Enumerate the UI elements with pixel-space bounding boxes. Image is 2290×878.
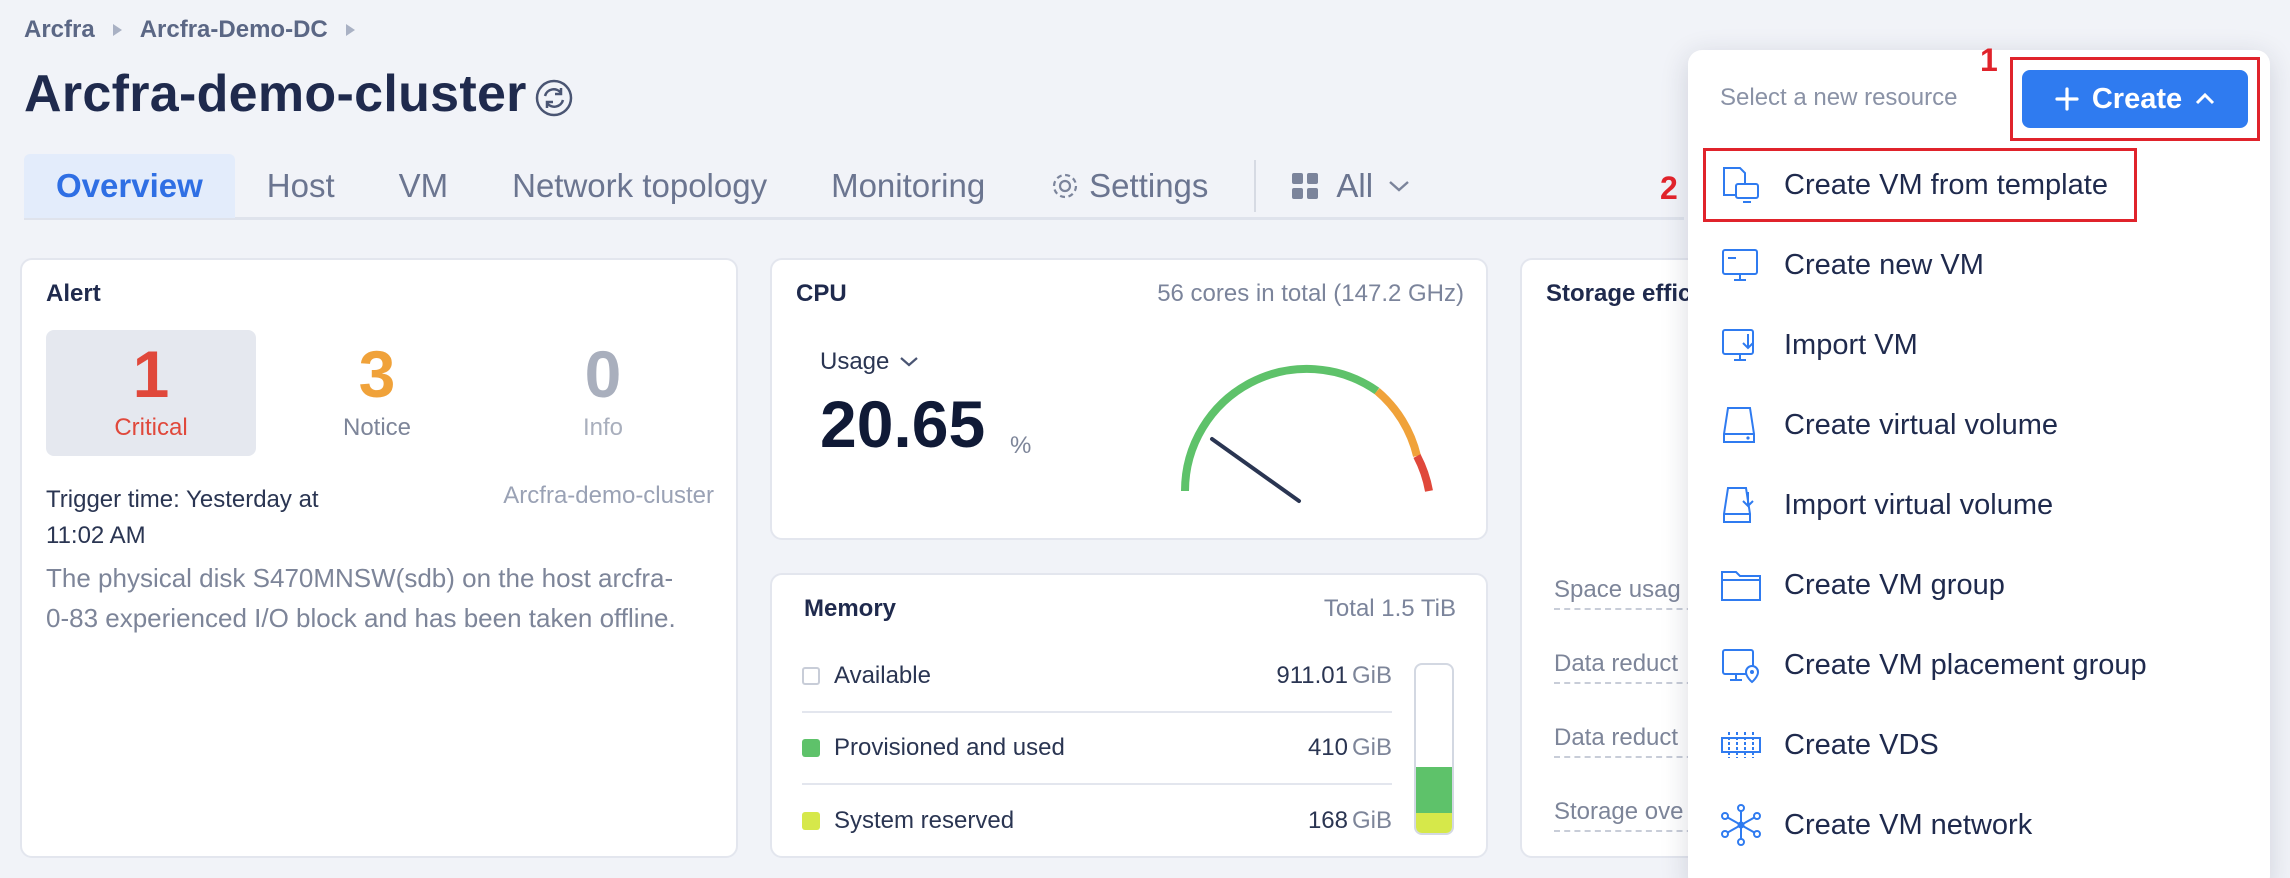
notice-label: Notice: [342, 414, 412, 441]
cpu-title: CPU: [796, 280, 847, 307]
import-volume-icon: [1723, 487, 1754, 523]
menu-item-create-vm-placement-group[interactable]: Create VM placement group: [1718, 635, 2147, 695]
menu-item-label: Create VM group: [1784, 568, 2005, 601]
refresh-icon[interactable]: [534, 78, 574, 118]
menu-item-create-vm-group[interactable]: Create VM group: [1718, 555, 2005, 615]
alert-title: Alert: [46, 280, 101, 307]
memory-bar-provisioned: [1416, 767, 1452, 813]
menu-item-label: Create virtual volume: [1784, 408, 2058, 441]
menu-item-import-vm[interactable]: Import VM: [1718, 315, 1918, 375]
available-swatch: [802, 667, 820, 685]
memory-bar-reserved: [1416, 813, 1452, 833]
memory-value: 410 GiB: [1307, 734, 1392, 761]
info-label: Info: [582, 414, 624, 441]
usage-value: 20.65: [820, 387, 986, 461]
menu-item-create-vm-network[interactable]: Create VM network: [1718, 795, 2032, 855]
tab-monitoring[interactable]: Monitoring: [799, 154, 1017, 218]
gauge-needle: [1210, 437, 1301, 503]
usage-label: Usage: [820, 348, 890, 375]
menu-item-label: Create VM placement group: [1784, 648, 2147, 681]
reserved-swatch: [802, 812, 820, 830]
memory-card: Memory Total 1.5 TiB Available 911.01 GiB…: [770, 573, 1488, 858]
monitor-icon: [1722, 249, 1758, 281]
chevron-right-icon: [345, 24, 355, 36]
memory-row-system-reserved: System reserved 168 GiB: [802, 785, 1392, 857]
info-counter[interactable]: 0 Info: [498, 330, 708, 456]
chevron-down-icon: [1389, 181, 1409, 192]
vm-template-icon: [1723, 167, 1759, 203]
placement-group-icon: [1722, 649, 1760, 684]
menu-item-label: Import virtual volume: [1784, 488, 2054, 521]
storage-title: Storage effici: [1546, 280, 1699, 307]
notice-counter[interactable]: 3 Notice: [272, 330, 482, 456]
highlight-create-button: [2010, 57, 2260, 141]
menu-item-label: Import VM: [1784, 328, 1918, 361]
alert-cluster-link[interactable]: Arcfra-demo-cluster: [503, 482, 714, 510]
step-number-1: 1: [1980, 42, 1998, 78]
chevron-down-icon: [900, 357, 919, 367]
folder-icon: [1721, 571, 1761, 601]
critical-label: Critical: [114, 414, 188, 441]
tab-settings-label: Settings: [1089, 167, 1209, 204]
breadcrumb: Arcfra Arcfra-Demo-DC: [24, 16, 355, 44]
provisioned-swatch: [802, 739, 820, 757]
alert-card: Alert 1 Critical 3 Notice 0 Info Trigger…: [20, 258, 738, 858]
notice-count: 3: [358, 337, 396, 411]
grid-icon: [1292, 173, 1319, 199]
network-icon: [1721, 804, 1761, 846]
page-title: Arcfra-demo-cluster: [24, 65, 527, 123]
menu-item-label: Create new VM: [1784, 248, 1984, 281]
menu-item-label: Create VDS: [1784, 728, 1939, 761]
info-count: 0: [584, 337, 622, 411]
memory-usage-bar: [1414, 663, 1454, 835]
menu-item-create-virtual-volume[interactable]: Create virtual volume: [1718, 395, 2058, 455]
tab-all-dropdown[interactable]: All: [1276, 154, 1433, 218]
tab-bar: Overview Host VM Network topology Monito…: [24, 154, 1684, 220]
memory-label: System reserved: [834, 807, 1015, 834]
critical-count: 1: [132, 337, 170, 411]
memory-label: Available: [834, 662, 931, 689]
tab-all-label: All: [1336, 167, 1374, 204]
tab-vm[interactable]: VM: [367, 154, 481, 218]
menu-item-create-vm-from-template[interactable]: Create VM from template: [1718, 155, 2108, 215]
alert-description: The physical disk S470MNSW(sdb) on the h…: [46, 563, 676, 633]
tab-settings[interactable]: Settings: [1017, 154, 1240, 218]
vds-icon: [1721, 732, 1761, 758]
memory-row-available: Available 911.01 GiB: [802, 641, 1392, 713]
step-number-2: 2: [1660, 170, 1678, 206]
gear-icon: [1053, 173, 1078, 199]
memory-title: Memory: [804, 595, 897, 622]
menu-item-create-vds[interactable]: Create VDS: [1718, 715, 1939, 775]
chevron-right-icon: [112, 24, 122, 36]
tab-network-topology[interactable]: Network topology: [480, 154, 799, 218]
menu-item-import-virtual-volume[interactable]: Import virtual volume: [1718, 475, 2053, 535]
breadcrumb-item-dc[interactable]: Arcfra-Demo-DC: [140, 16, 328, 44]
tab-divider: [1254, 160, 1257, 212]
import-vm-icon: [1722, 329, 1754, 361]
cpu-gauge: [1181, 364, 1433, 503]
menu-item-label: Create VM from template: [1784, 168, 2108, 201]
menu-item-label: Create VM network: [1784, 808, 2033, 841]
usage-unit: %: [1010, 432, 1032, 459]
cpu-total: 56 cores in total (147.2 GHz): [1157, 280, 1464, 307]
breadcrumb-item-arcfra[interactable]: Arcfra: [24, 16, 95, 44]
memory-row-provisioned: Provisioned and used 410 GiB: [802, 713, 1392, 785]
volume-icon: [1723, 407, 1755, 443]
memory-value: 911.01 GiB: [1276, 662, 1392, 689]
menu-header: Select a new resource: [1720, 84, 1958, 111]
cpu-card: CPU 56 cores in total (147.2 GHz) Usage …: [770, 258, 1488, 540]
critical-counter[interactable]: 1 Critical: [46, 330, 256, 456]
memory-label: Provisioned and used: [834, 734, 1065, 761]
memory-total: Total 1.5 TiB: [1323, 595, 1456, 622]
memory-value: 168 GiB: [1307, 807, 1392, 834]
tab-host[interactable]: Host: [235, 154, 367, 218]
tab-overview[interactable]: Overview: [24, 154, 235, 218]
usage-selector[interactable]: Usage: [820, 348, 919, 376]
trigger-time: Trigger time: Yesterday at 11:02 AM: [46, 486, 319, 549]
menu-item-create-new-vm[interactable]: Create new VM: [1718, 235, 1984, 295]
